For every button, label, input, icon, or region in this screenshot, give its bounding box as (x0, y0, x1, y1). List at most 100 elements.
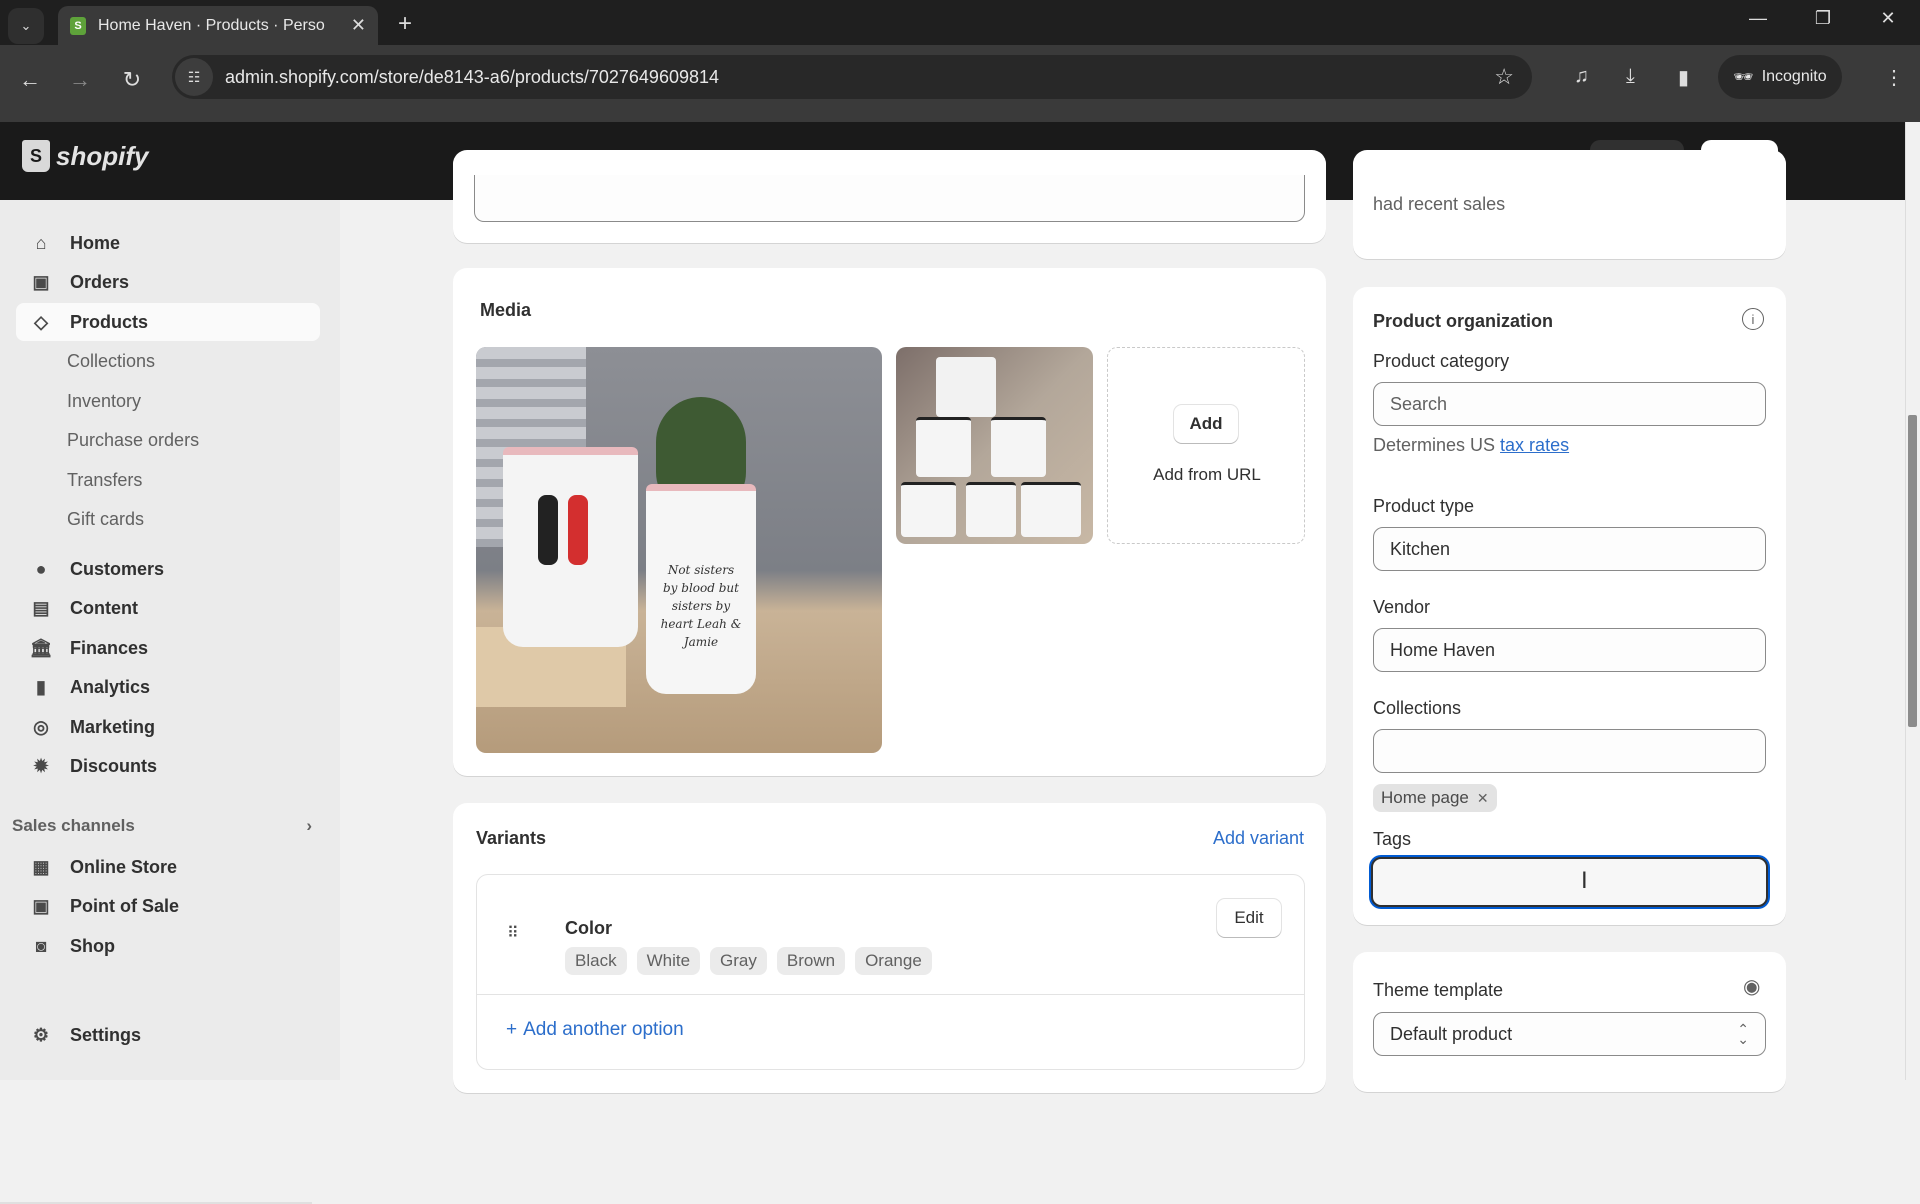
description-editor[interactable] (474, 175, 1305, 222)
media-dropzone[interactable]: Add Add from URL (1107, 347, 1305, 544)
sidebar-sub-inventory[interactable]: Inventory (67, 391, 141, 412)
bookmark-star-icon[interactable]: ☆ (1494, 64, 1514, 90)
sales-channels-header[interactable]: Sales channels › (12, 816, 312, 836)
tab-search-button[interactable]: ⌄ (8, 8, 44, 44)
shopify-bag-icon: S (22, 140, 50, 172)
sidebar-item-label: Discounts (70, 755, 158, 776)
home-icon: ⌂ (35, 232, 47, 253)
sidebar-item-products[interactable]: ◇ Products (16, 303, 320, 341)
figure-1 (538, 495, 558, 565)
site-info-icon[interactable]: ☷ (175, 58, 213, 96)
collections-input[interactable] (1373, 729, 1766, 773)
sidebar-sub-purchase-orders[interactable]: Purchase orders (67, 430, 199, 451)
gear-icon: ⚙ (32, 1024, 50, 1045)
browser-tab[interactable]: S Home Haven · Products · Perso ✕ (58, 6, 378, 45)
category-label: Product category (1373, 351, 1510, 371)
inbox-icon: ▣ (32, 271, 50, 292)
back-icon[interactable]: ← (14, 67, 46, 93)
sidebar-item-home[interactable]: ⌂ Home (16, 224, 320, 262)
sidebar-item-label: Products (70, 311, 149, 332)
add-variant-link[interactable]: Add variant (1213, 828, 1304, 849)
scrollbar-thumb[interactable] (1908, 415, 1917, 727)
media-control-icon[interactable]: ♫ (1574, 65, 1589, 88)
side-panel-icon[interactable]: ▮ (1678, 65, 1689, 90)
vendor-input[interactable]: Home Haven (1373, 628, 1766, 672)
sidebar-item-finances[interactable]: 🏛 Finances (16, 629, 320, 667)
theme-template-select[interactable]: Default product ⌃ ⌄ (1373, 1012, 1766, 1056)
close-tab-icon[interactable]: ✕ (351, 15, 366, 36)
drag-handle-icon[interactable]: ⠿ (507, 923, 519, 943)
options-divider (477, 994, 1304, 995)
insights-card: had recent sales (1353, 150, 1786, 259)
sidebar-nav: ⌂ Home ▣ Orders ◇ Products Collections Inve… (0, 200, 340, 1204)
incognito-badge[interactable]: 🕶 Incognito (1718, 55, 1842, 99)
mug-stack-4 (901, 482, 956, 537)
minimize-icon[interactable]: — (1738, 8, 1778, 29)
tags-input[interactable] (1371, 857, 1768, 907)
sidebar-sub-collections[interactable]: Collections (67, 351, 155, 372)
new-tab-button[interactable]: + (398, 10, 412, 38)
collection-chip-home-page: Home page ✕ (1373, 784, 1497, 812)
option-name: Color (565, 918, 612, 938)
vendor-label: Vendor (1373, 597, 1431, 617)
forward-icon[interactable]: → (64, 67, 96, 93)
mug-stack-6 (1021, 482, 1081, 537)
tax-rates-link[interactable]: tax rates (1500, 435, 1569, 455)
info-icon[interactable]: i (1742, 308, 1764, 330)
remove-chip-icon[interactable]: ✕ (1477, 790, 1489, 807)
product-type-input[interactable]: Kitchen (1373, 527, 1766, 571)
incognito-label: Incognito (1761, 68, 1827, 85)
url-text[interactable]: admin.shopify.com/store/de8143-a6/produc… (225, 67, 1494, 88)
sidebar-item-shop[interactable]: ◙ Shop (16, 927, 320, 965)
sidebar-item-orders[interactable]: ▣ Orders (16, 263, 320, 301)
media-title: Media (480, 300, 532, 320)
sidebar-item-point-of-sale[interactable]: ▣ Point of Sale (16, 887, 320, 925)
media-card: Media Not sisters by blood but sisters b… (453, 268, 1326, 776)
product-image-secondary[interactable] (896, 347, 1093, 544)
add-media-button[interactable]: Add (1174, 405, 1238, 443)
sidebar-sub-gift-cards[interactable]: Gift cards (67, 509, 144, 530)
theme-template-label: Theme template (1373, 980, 1504, 1000)
sidebar-item-discounts[interactable]: ✹ Discounts (16, 747, 320, 785)
logo-text: shopify (56, 140, 149, 171)
browser-tab-bar: ⌄ S Home Haven · Products · Perso ✕ + — … (0, 0, 1920, 45)
chip-label: Home page (1381, 788, 1469, 807)
select-chevron-icon: ⌃ ⌄ (1737, 1021, 1749, 1047)
text-cursor-icon: I (1581, 867, 1588, 894)
pos-icon: ▣ (32, 895, 50, 916)
address-bar[interactable]: ☷ admin.shopify.com/store/de8143-a6/prod… (172, 55, 1532, 99)
sidebar-item-marketing[interactable]: ◎ Marketing (16, 708, 320, 746)
option-value-chip: Black (565, 947, 627, 975)
theme-template-value: Default product (1390, 1023, 1513, 1044)
sidebar-item-analytics[interactable]: ▮ Analytics (16, 668, 320, 706)
sidebar-item-online-store[interactable]: ▦ Online Store (16, 848, 320, 886)
mug-stack-2 (916, 417, 971, 477)
description-card (453, 150, 1326, 243)
sidebar-item-customers[interactable]: ● Customers (16, 550, 320, 588)
product-image-main[interactable]: Not sisters by blood but sisters by hear… (476, 347, 882, 753)
add-another-option-link[interactable]: + Add another option (506, 1019, 684, 1041)
browser-menu-icon[interactable]: ⋮ (1884, 65, 1904, 90)
collections-label: Collections (1373, 698, 1462, 718)
sidebar-item-content[interactable]: ▤ Content (16, 589, 320, 627)
eye-icon[interactable]: ◉ (1743, 974, 1760, 999)
sidebar-item-label: Settings (70, 1024, 142, 1045)
product-category-search[interactable]: Search (1373, 382, 1766, 426)
shopify-logo[interactable]: S shopify (22, 140, 148, 172)
sidebar-sub-transfers[interactable]: Transfers (67, 470, 142, 491)
sidebar-item-settings[interactable]: ⚙ Settings (16, 1016, 320, 1054)
option-value-chip: Orange (855, 947, 932, 975)
edit-option-button[interactable]: Edit (1217, 899, 1281, 937)
reload-icon[interactable]: ↻ (116, 67, 148, 93)
close-window-icon[interactable]: ✕ (1868, 8, 1908, 29)
variant-options-box: ⠿ Color Black White Gray Brown Orange Ed… (476, 874, 1305, 1070)
variants-card: Variants Add variant ⠿ Color Black White… (453, 803, 1326, 1093)
option-values: Black White Gray Brown Orange (565, 947, 942, 975)
restore-icon[interactable]: ❐ (1803, 8, 1843, 29)
add-from-url-link[interactable]: Add from URL (1108, 465, 1306, 485)
bar-chart-icon: ▮ (36, 676, 46, 697)
sidebar-item-label: Finances (70, 637, 149, 658)
download-icon[interactable]: ⤓ (1626, 65, 1635, 88)
variants-title: Variants (476, 828, 547, 848)
option-value-chip: Gray (710, 947, 767, 975)
